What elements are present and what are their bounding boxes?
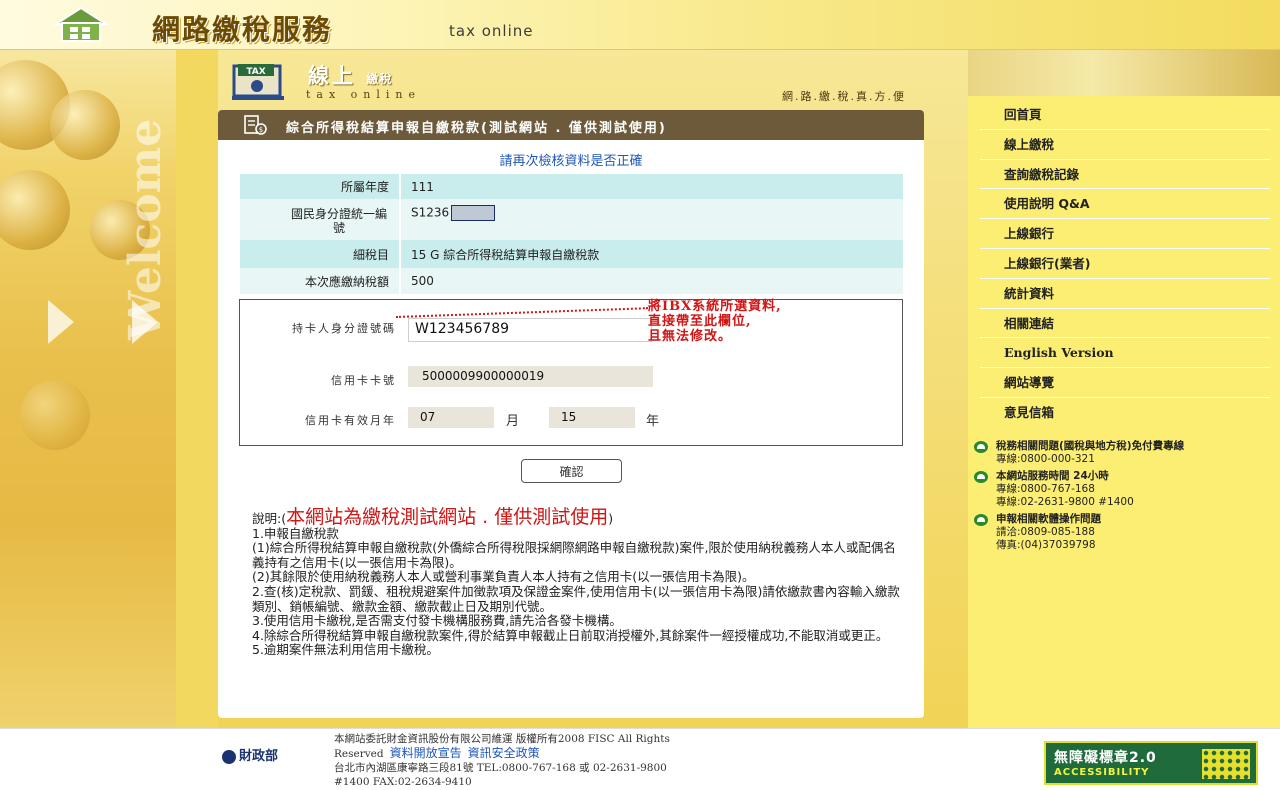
banner-tagline: 網.路.繳.稅.真.方.便 (782, 90, 906, 103)
panel-title: 綜合所得稅結算申報自繳稅款(測試網站 . 僅供測試使用) (286, 121, 667, 136)
footer-text: 本網站委託財金資訊股份有限公司維運 版權所有2008 FISC All Righ… (334, 733, 670, 788)
masked-id-field (451, 205, 496, 221)
card-number-label: 信用卡卡號 (331, 374, 396, 387)
note-item: 2.查(核)定稅款、罰鍰、租稅規避案件加徵款項及保證金案件,使用信用卡(以一張信… (252, 583, 900, 614)
month-unit: 月 (506, 414, 520, 429)
sidebar-item-banks[interactable]: 上線銀行 (980, 219, 1270, 249)
row-label: 本次應繳納稅額 (240, 268, 400, 294)
row-value: 111 (399, 174, 903, 199)
phone-icon (974, 514, 988, 526)
card-expiry-label: 信用卡有效月年 (305, 414, 396, 427)
site-header: 網路繳稅服務 tax online (0, 0, 1280, 50)
sidebar-item-faq[interactable]: 使用說明 Q&A (980, 189, 1270, 220)
sidebar-item-home[interactable]: 回首頁 (980, 100, 1270, 130)
note-item: (1)綜合所得稅結算申報自繳稅款(外僑綜合所得稅限採網際網路申報自繳稅款)案件,… (252, 540, 896, 570)
note-item: 5.逾期案件無法利用信用卡繳稅。 (252, 642, 439, 658)
note-item: (2)其餘限於使用納稅義務人本人或營利事業負責人本人持有之信用卡(以一張信用卡為… (252, 569, 755, 585)
receipt-icon: $ (244, 115, 267, 135)
sidebar-decoration (968, 50, 1280, 96)
payment-panel: $ 綜合所得稅結算申報自繳稅款(測試網站 . 僅供測試使用) 請再次檢核資料是否… (218, 110, 924, 718)
test-site-warning: 本網站為繳稅測試網站 . 僅供測試使用 (286, 506, 609, 528)
row-value: 15 G 綜合所得稅結算申報自繳稅款 (399, 240, 903, 268)
sidebar-item-english[interactable]: English Version (980, 338, 1270, 369)
row-value: S1236 (399, 199, 903, 240)
site-title: 網路繳稅服務 (152, 13, 333, 46)
contact-block: 稅務相關問題(國稅與地方稅)免付費專線 專線:0800-000-321 (972, 440, 1272, 466)
row-label: 細稅目 (240, 240, 400, 268)
home-icon[interactable] (52, 6, 110, 42)
contact-block: 申報相關軟體操作問題 請洽:0809-085-188 傳真:(04)370397… (972, 513, 1272, 552)
tax-icon: TAX (232, 64, 284, 100)
year-unit: 年 (646, 414, 660, 429)
open-data-link[interactable]: 資料開放宣告 (390, 746, 462, 760)
row-value: 500 (399, 268, 903, 294)
sidebar-item-records[interactable]: 查詢繳稅記錄 (980, 160, 1270, 190)
sidebar-item-links[interactable]: 相關連結 (980, 309, 1270, 339)
table-row: 細稅目 15 G 綜合所得稅結算申報自繳稅款 (240, 240, 903, 268)
note-item: 1.申報自繳稅款 (252, 525, 339, 541)
ministry-logo[interactable]: 財政部 (222, 745, 278, 764)
contact-block: 本網站服務時間 24小時 專線:0800-767-168 專線:02-2631-… (972, 470, 1272, 509)
notes-section: 說明:(本網站為繳稅測試網站 . 僅供測試使用) 1.申報自繳稅款 (1)綜合所… (252, 506, 902, 658)
sidebar-nav: 回首頁 線上繳稅 查詢繳稅記錄 使用說明 Q&A 上線銀行 上線銀行(業者) 統… (980, 100, 1270, 428)
ministry-seal-icon (222, 749, 236, 764)
sidebar-item-online-tax[interactable]: 線上繳稅 (980, 130, 1270, 160)
banner-title: 線上 繳稅 (308, 64, 393, 88)
table-row: 本次應繳納稅額 500 (240, 268, 903, 294)
note-item: 3.使用信用卡繳稅,是否需支付發卡機構服務費,請先洽各發卡機構。 (252, 613, 622, 629)
accessibility-badge[interactable]: 無障礙標章2.0 ACCESSIBILITY (1044, 741, 1258, 785)
site-subtitle: tax online (449, 22, 534, 40)
contact-info: 稅務相關問題(國稅與地方稅)免付費專線 專線:0800-000-321 本網站服… (972, 440, 1272, 556)
sidebar-item-feedback[interactable]: 意見信箱 (980, 398, 1270, 428)
phone-icon (974, 471, 988, 483)
tax-info-table: 所屬年度 111 國民身分證統一編號 S1236 細稅目 15 G 綜合所得稅結… (240, 174, 903, 294)
phone-icon (974, 441, 988, 453)
sidebar-item-sitemap[interactable]: 網站導覽 (980, 368, 1270, 398)
table-row: 國民身分證統一編號 S1236 (240, 199, 903, 240)
security-policy-link[interactable]: 資訊安全政策 (468, 746, 540, 760)
card-number-field: 5000009900000019 (408, 366, 653, 387)
row-label: 所屬年度 (240, 174, 400, 199)
footer: 財政部 本網站委託財金資訊股份有限公司維運 版權所有2008 FISC All … (0, 728, 1280, 790)
note-item: 4.除綜合所得稅結算申報自繳稅款案件,得於結算申報截止日前取消授權外,其餘案件一… (252, 627, 889, 643)
card-id-label: 持卡人身分證號碼 (292, 322, 396, 335)
svg-text:$: $ (259, 126, 263, 134)
accessibility-icon (1202, 749, 1250, 779)
notes-heading: 說明:(本網站為繳稅測試網站 . 僅供測試使用) (252, 506, 614, 528)
banner-subtitle: tax online (306, 88, 422, 101)
card-info-box: 持卡人身分證號碼 W123456789 信用卡卡號 50000099000000… (239, 299, 903, 446)
table-row: 所屬年度 111 (240, 174, 903, 199)
sidebar-item-statistics[interactable]: 統計資料 (980, 279, 1270, 309)
row-label: 國民身分證統一編號 (240, 199, 400, 240)
panel-header: $ 綜合所得稅結算申報自繳稅款(測試網站 . 僅供測試使用) (218, 110, 924, 140)
expiry-month-field: 07 (408, 407, 494, 428)
sidebar-item-banks-business[interactable]: 上線銀行(業者) (980, 249, 1270, 279)
confirm-message: 請再次檢核資料是否正確 (499, 154, 643, 169)
expiry-year-field: 15 (549, 407, 635, 428)
annotation-note: 將IBX系統所選資料, 直接帶至此欄位, 且無法修改。 (648, 299, 782, 344)
confirm-button[interactable]: 確認 (521, 459, 622, 483)
welcome-watermark: Welcome (120, 118, 171, 340)
svg-text:TAX: TAX (246, 67, 265, 77)
card-holder-id-field: W123456789 (408, 318, 652, 342)
